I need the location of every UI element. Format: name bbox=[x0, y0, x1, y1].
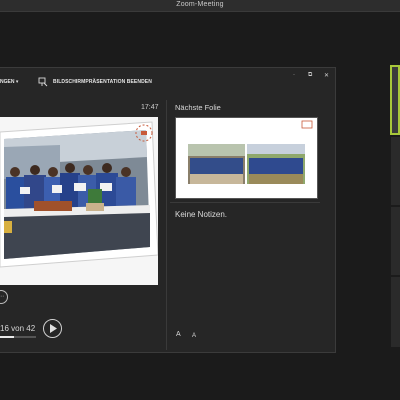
decrease-font-button[interactable]: A bbox=[192, 333, 196, 339]
next-slide-label: Nächste Folie bbox=[175, 103, 221, 112]
increase-font-button[interactable]: A bbox=[176, 331, 181, 338]
current-slide[interactable] bbox=[0, 117, 159, 285]
slide-progress-bar bbox=[0, 336, 36, 338]
next-slide-preview[interactable] bbox=[175, 117, 318, 199]
next-slide-image bbox=[176, 118, 317, 198]
elapsed-timer: 17:47 bbox=[141, 104, 159, 111]
active-participant-video[interactable] bbox=[390, 65, 400, 135]
participant-video[interactable] bbox=[391, 137, 400, 205]
slide-counter: 16 von 42 bbox=[0, 324, 36, 333]
end-show-button[interactable]: BILDSCHIRMPRÄSENTATION BEENDEN bbox=[53, 79, 152, 85]
next-slide-button[interactable] bbox=[43, 319, 62, 338]
presentation-end-icon[interactable] bbox=[38, 77, 48, 87]
slide-photo-image bbox=[0, 117, 159, 285]
slide-progress-fill bbox=[0, 336, 14, 338]
window-titlebar: Zoom-Meeting bbox=[0, 0, 400, 12]
participant-video[interactable] bbox=[391, 207, 400, 275]
play-next-icon bbox=[50, 324, 57, 333]
restore-button[interactable]: ⧉ bbox=[308, 72, 312, 79]
presenter-toolbar: NGEN ▾ BILDSCHIRMPRÄSENTATION BEENDEN · … bbox=[0, 68, 335, 96]
settings-menu[interactable]: NGEN ▾ bbox=[0, 79, 18, 85]
participant-video[interactable] bbox=[391, 277, 400, 347]
minimize-button[interactable]: · bbox=[293, 72, 295, 78]
notes-divider bbox=[170, 202, 320, 203]
close-button[interactable]: ✕ bbox=[324, 72, 329, 79]
speaker-notes: Keine Notizen. bbox=[175, 210, 228, 219]
window-title: Zoom-Meeting bbox=[176, 1, 224, 8]
pane-divider[interactable] bbox=[166, 100, 167, 350]
